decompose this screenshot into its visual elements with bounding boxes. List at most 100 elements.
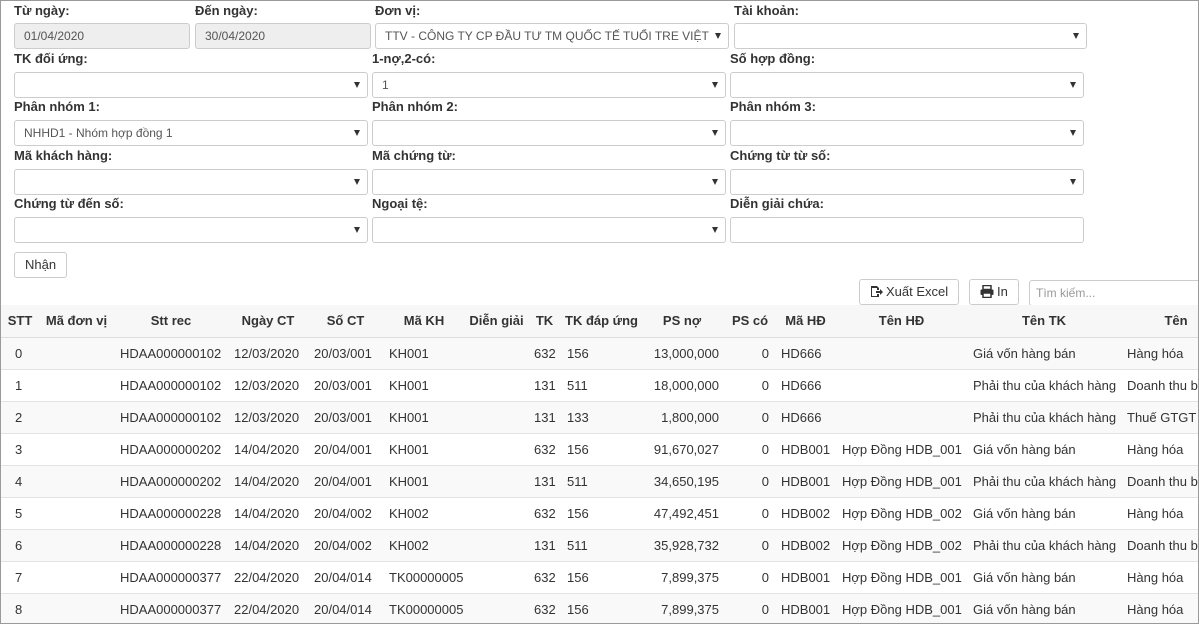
column-header[interactable]: Tên HĐ [836, 305, 967, 338]
ma-chung-tu-select[interactable] [372, 169, 726, 195]
chung-tu-den-so-select[interactable] [14, 217, 368, 243]
table-cell: HDAA000000228 [114, 529, 228, 562]
table-row[interactable]: 3 HDAA000000202 14/04/2020 20/04/001 KH001 63… [1, 433, 1198, 466]
table-cell: 20/04/002 [308, 529, 383, 562]
tu-ngay-input[interactable]: 01/04/2020 [14, 23, 190, 49]
table-cell [465, 497, 528, 530]
table-cell: 0 [725, 561, 775, 594]
table-cell: TK00000005 [383, 593, 465, 623]
table-cell: HDB002 [775, 497, 836, 530]
table-cell: KH001 [383, 369, 465, 402]
table-cell: 20/04/014 [308, 593, 383, 623]
table-cell: Hợp Đồng HDB_001 [836, 465, 967, 498]
phan-nhom-2-select[interactable] [372, 120, 726, 146]
column-header[interactable]: Mã KH [383, 305, 465, 338]
table-cell: Phải thu của khách hàng [967, 465, 1121, 498]
table-cell: Phải thu của khách hàng [967, 401, 1121, 434]
table-cell: HDB001 [775, 465, 836, 498]
xuat-excel-label: Xuất Excel [886, 284, 949, 299]
table-cell: 0 [725, 497, 775, 530]
no-co-select[interactable]: 1 [372, 72, 726, 98]
table-cell: HDB001 [775, 561, 836, 594]
tai-khoan-select[interactable] [734, 23, 1087, 49]
table-cell: 20/03/001 [308, 337, 383, 370]
ngoai-te-select[interactable] [372, 217, 726, 243]
search-input[interactable] [1029, 280, 1198, 306]
table-cell: 0 [725, 337, 775, 370]
table-row[interactable]: 1 HDAA000000102 12/03/2020 20/03/001 KH001 13… [1, 369, 1198, 402]
column-header[interactable]: PS nợ [639, 305, 725, 338]
table-row[interactable]: 4 HDAA000000202 14/04/2020 20/04/001 KH001 13… [1, 465, 1198, 498]
column-header[interactable]: Stt rec [114, 305, 228, 338]
don-vi-select[interactable]: TTV - CÔNG TY CP ĐẦU TƯ TM QUỐC TẾ TUỔI … [375, 23, 729, 49]
chung-tu-tu-so-select[interactable] [730, 169, 1084, 195]
table-cell: 91,670,027 [639, 433, 725, 466]
table-row[interactable]: 8 HDAA000000377 22/04/2020 20/04/014 TK00000… [1, 593, 1198, 623]
table-cell: Doanh thu b [1121, 529, 1198, 562]
tk-doi-ung-select[interactable] [14, 72, 368, 98]
column-header[interactable]: STT [1, 305, 39, 338]
table-cell: Doanh thu b [1121, 465, 1198, 498]
column-header[interactable]: Diễn giải [465, 305, 528, 338]
table-cell: HDB002 [775, 529, 836, 562]
table-cell: 156 [561, 433, 639, 466]
table-cell: HDAA000000102 [114, 369, 228, 402]
table-cell [39, 369, 114, 402]
chung-tu-den-so-label: Chứng từ đến số: [14, 196, 124, 211]
table-cell: 156 [561, 337, 639, 370]
caret-down-icon [354, 130, 360, 136]
table-cell: 20/04/002 [308, 497, 383, 530]
dien-giai-chua-input[interactable] [730, 217, 1084, 243]
column-header[interactable]: TK đáp ứng [561, 305, 639, 338]
table-row[interactable]: 2 HDAA000000102 12/03/2020 20/03/001 KH001 13… [1, 401, 1198, 434]
table-cell: TK00000005 [383, 561, 465, 594]
phan-nhom-3-label: Phân nhóm 3: [730, 99, 816, 114]
table-row[interactable]: 5 HDAA000000228 14/04/2020 20/04/002 KH002 63… [1, 497, 1198, 530]
ma-khach-hang-select[interactable] [14, 169, 368, 195]
column-header[interactable]: Tên [1121, 305, 1198, 338]
table-row[interactable]: 7 HDAA000000377 22/04/2020 20/04/014 TK00000… [1, 561, 1198, 594]
column-header[interactable]: PS có [725, 305, 775, 338]
table-cell: 632 [528, 561, 561, 594]
phan-nhom-2-label: Phân nhóm 2: [372, 99, 458, 114]
print-button[interactable]: In [969, 279, 1019, 305]
table-row[interactable]: 0 HDAA000000102 12/03/2020 20/03/001 KH001 63… [1, 337, 1198, 370]
so-hop-dong-label: Số hợp đồng: [730, 51, 816, 66]
column-header[interactable]: Số CT [308, 305, 383, 338]
caret-down-icon [715, 33, 721, 39]
table-cell: HDAA000000228 [114, 497, 228, 530]
table-cell: 133 [561, 401, 639, 434]
so-hop-dong-select[interactable] [730, 72, 1084, 98]
table-row[interactable]: 6 HDAA000000228 14/04/2020 20/04/002 KH002 13… [1, 529, 1198, 562]
table-cell [39, 593, 114, 623]
table-cell: Giá vốn hàng bán [967, 561, 1121, 594]
table-cell: 632 [528, 593, 561, 623]
ma-khach-hang-label: Mã khách hàng: [14, 148, 113, 163]
table-cell: Hợp Đồng HDB_001 [836, 561, 967, 594]
phan-nhom-1-value: NHHD1 - Nhóm hợp đồng 1 [24, 126, 173, 140]
table-cell: HDAA000000202 [114, 465, 228, 498]
table-cell: 14/04/2020 [228, 433, 308, 466]
phan-nhom-3-select[interactable] [730, 120, 1084, 146]
table-cell: KH001 [383, 433, 465, 466]
den-ngay-input[interactable]: 30/04/2020 [195, 23, 371, 49]
xuat-excel-button[interactable]: Xuất Excel [859, 279, 960, 305]
tu-ngay-value: 01/04/2020 [24, 29, 85, 43]
column-header[interactable]: TK [528, 305, 561, 338]
column-header[interactable]: Tên TK [967, 305, 1121, 338]
column-header[interactable]: Ngày CT [228, 305, 308, 338]
table-cell: Giá vốn hàng bán [967, 433, 1121, 466]
printer-icon [980, 284, 994, 299]
column-header[interactable]: Mã HĐ [775, 305, 836, 338]
nhan-button[interactable]: Nhận [14, 252, 68, 278]
table-cell: 0 [725, 433, 775, 466]
column-header[interactable]: Mã đơn vị [39, 305, 114, 338]
table-cell: KH001 [383, 337, 465, 370]
table-cell: KH001 [383, 401, 465, 434]
table-cell: 511 [561, 529, 639, 562]
table-cell: Phải thu của khách hàng [967, 529, 1121, 562]
table-cell: 0 [725, 465, 775, 498]
phan-nhom-1-select[interactable]: NHHD1 - Nhóm hợp đồng 1 [14, 120, 368, 146]
no-co-value: 1 [382, 78, 389, 92]
table-cell [39, 433, 114, 466]
